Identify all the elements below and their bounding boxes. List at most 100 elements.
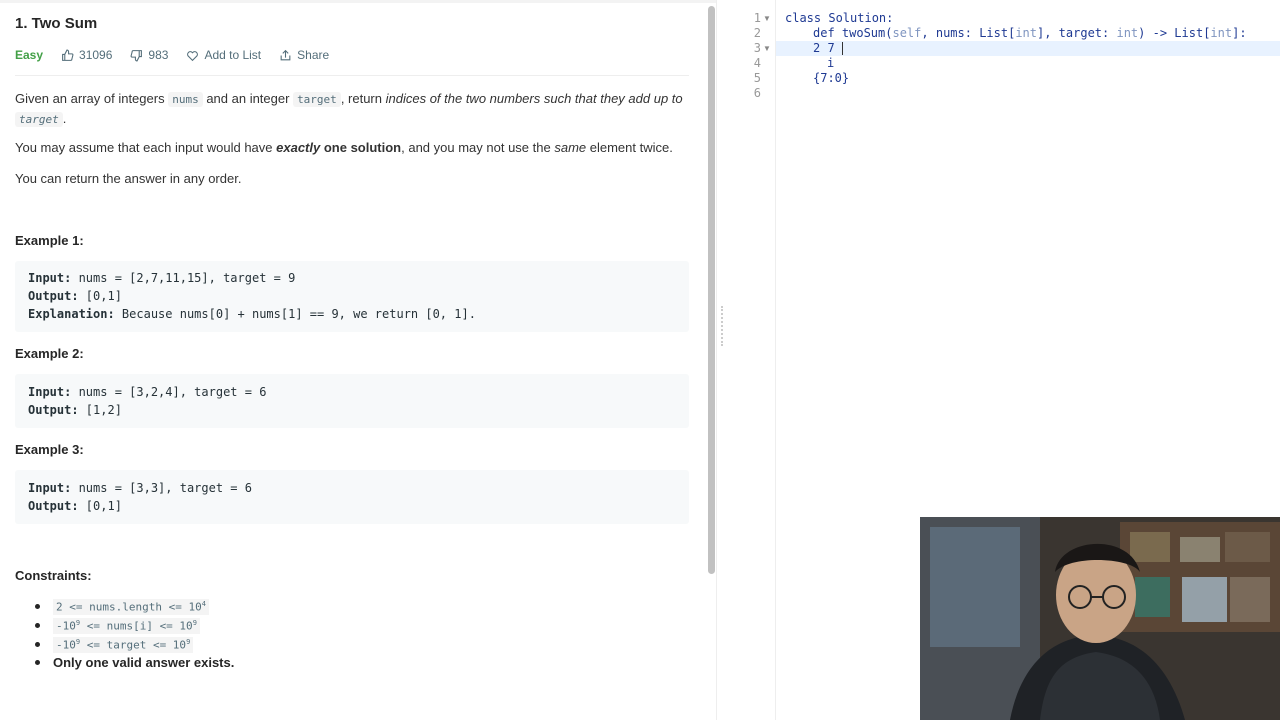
constraint-exponent: 9 — [192, 619, 197, 627]
constraint-item: 2 <= nums.length <= 104 — [35, 599, 209, 615]
panel-splitter[interactable] — [717, 0, 727, 720]
bullet-icon — [35, 642, 40, 648]
constraint-text: Only one valid answer exists. — [53, 655, 235, 670]
bullet-icon — [35, 604, 40, 610]
description-paragraph-2: You may assume that each input would hav… — [15, 138, 695, 157]
desc-text: , return — [340, 91, 386, 106]
explanation-value: Because nums[0] + nums[1] == 9, we retur… — [114, 307, 476, 321]
constraints-heading: Constraints: — [15, 568, 92, 583]
code-type: int — [1210, 26, 1233, 40]
keyword: def — [813, 26, 835, 40]
constraint-code: -109 <= target <= 109 — [53, 637, 194, 653]
line-number: 3 — [753, 41, 761, 55]
code-text: ], target: — [1037, 26, 1117, 40]
code-self: self — [892, 26, 922, 40]
keyword: class — [785, 11, 822, 25]
example-1-box: Input: nums = [2,7,11,15], target = 9 Ou… — [15, 261, 689, 332]
like-count: 31096 — [79, 48, 113, 62]
line-number: 4 — [753, 56, 761, 70]
constraint-exponent: 4 — [201, 600, 206, 608]
desc-emphasis: same — [554, 140, 587, 155]
output-value: [1,2] — [78, 403, 122, 417]
thumbs-up-icon — [62, 49, 74, 61]
desc-text: and an integer — [202, 91, 294, 106]
example-3-box: Input: nums = [3,3], target = 6 Output: … — [15, 470, 689, 524]
code-type: int — [1116, 26, 1139, 40]
problem-scrollbar[interactable] — [708, 6, 715, 574]
code-line-2: def twoSum(self, nums: List[int], target… — [813, 26, 1247, 40]
like-button[interactable]: 31096 — [61, 48, 112, 62]
splitter-grip-icon[interactable] — [721, 306, 725, 346]
description-paragraph-3: You can return the answer in any order. — [15, 171, 242, 186]
bullet-icon — [35, 660, 40, 665]
input-label: Input: — [28, 481, 72, 495]
code-text: ]: — [1232, 26, 1247, 40]
example-2-input: Input: nums = [3,2,4], target = 6 — [28, 385, 266, 399]
panel-top-border — [0, 0, 716, 3]
code-text: , nums: List[ — [921, 26, 1016, 40]
thumbs-down-icon — [130, 49, 143, 61]
output-label: Output: — [28, 289, 79, 303]
code-text: 2 7 — [813, 41, 842, 55]
input-value: nums = [2,7,11,15], target = 9 — [71, 271, 296, 285]
difficulty-badge: Easy — [15, 48, 44, 62]
webcam-overlay — [920, 517, 1280, 720]
desc-bold: one solution — [320, 140, 402, 155]
share-button[interactable]: Share — [279, 48, 329, 62]
inline-code-target: target — [15, 112, 63, 127]
desc-emphasis: indices of the two numbers such that the… — [385, 91, 683, 106]
constraint-text: -10 — [56, 638, 76, 652]
code-line-5: {7:0} — [813, 71, 850, 85]
constraint-code: -109 <= nums[i] <= 109 — [53, 618, 200, 634]
desc-text: You may assume that each input would hav… — [15, 140, 277, 155]
code-type: int — [1015, 26, 1037, 40]
fold-arrow-icon[interactable]: ▼ — [763, 14, 771, 23]
example-2-output: Output: [1,2] — [28, 403, 122, 417]
dislike-count: 983 — [148, 48, 169, 62]
inline-code-target: target — [293, 92, 341, 107]
text-cursor — [841, 42, 843, 55]
example-1-heading: Example 1: — [15, 233, 84, 248]
code-line-3: 2 7 — [813, 41, 843, 55]
example-2-heading: Example 2: — [15, 346, 84, 361]
constraint-item: -109 <= nums[i] <= 109 — [35, 618, 200, 634]
meta-divider — [15, 75, 689, 76]
problem-meta-bar: Easy 31096 983 Add to List Share — [15, 46, 347, 64]
heart-icon — [187, 50, 199, 61]
line-number: 5 — [753, 71, 761, 85]
description-paragraph-1: Given an array of integers nums and an i… — [15, 89, 695, 129]
constraint-text: -10 — [56, 619, 76, 633]
input-label: Input: — [28, 271, 72, 285]
desc-text: , and you may not use the — [401, 140, 555, 155]
input-value: nums = [3,3], target = 6 — [71, 481, 252, 495]
constraint-text: <= target <= 10 — [80, 638, 187, 652]
active-line-highlight — [776, 41, 1280, 56]
fold-arrow-icon[interactable]: ▼ — [763, 44, 771, 53]
input-label: Input: — [28, 385, 72, 399]
example-3-output: Output: [0,1] — [28, 499, 122, 513]
desc-text: . — [62, 111, 67, 126]
constraint-code: 2 <= nums.length <= 104 — [53, 599, 209, 615]
output-value: [0,1] — [78, 499, 122, 513]
constraint-exponent: 9 — [186, 638, 191, 646]
line-number: 1 — [753, 11, 761, 25]
line-number: 2 — [753, 26, 761, 40]
dislike-button[interactable]: 983 — [130, 48, 168, 62]
problem-panel: 1. Two Sum Easy 31096 983 Add to List Sh… — [0, 0, 717, 720]
desc-text: element twice. — [586, 140, 673, 155]
add-to-list-button[interactable]: Add to List — [186, 48, 261, 62]
share-label: Share — [297, 48, 330, 62]
desc-emphasis: exactly — [276, 140, 321, 155]
problem-title: 1. Two Sum — [15, 15, 98, 32]
output-label: Output: — [28, 499, 79, 513]
code-text: ) -> List[ — [1138, 26, 1211, 40]
line-number-gutter: 1 ▼ 2 3 ▼ 4 5 6 — [727, 0, 776, 720]
example-1-output: Output: [0,1] — [28, 289, 122, 303]
code-text: twoSum( — [834, 26, 893, 40]
code-line-4: i — [827, 56, 835, 70]
code-text: Solution: — [821, 11, 894, 25]
desc-text: Given an array of integers — [15, 91, 169, 106]
constraint-text: 2 <= nums.length <= 10 — [56, 600, 202, 614]
explanation-label: Explanation: — [28, 307, 115, 321]
inline-code-nums: nums — [168, 92, 203, 107]
